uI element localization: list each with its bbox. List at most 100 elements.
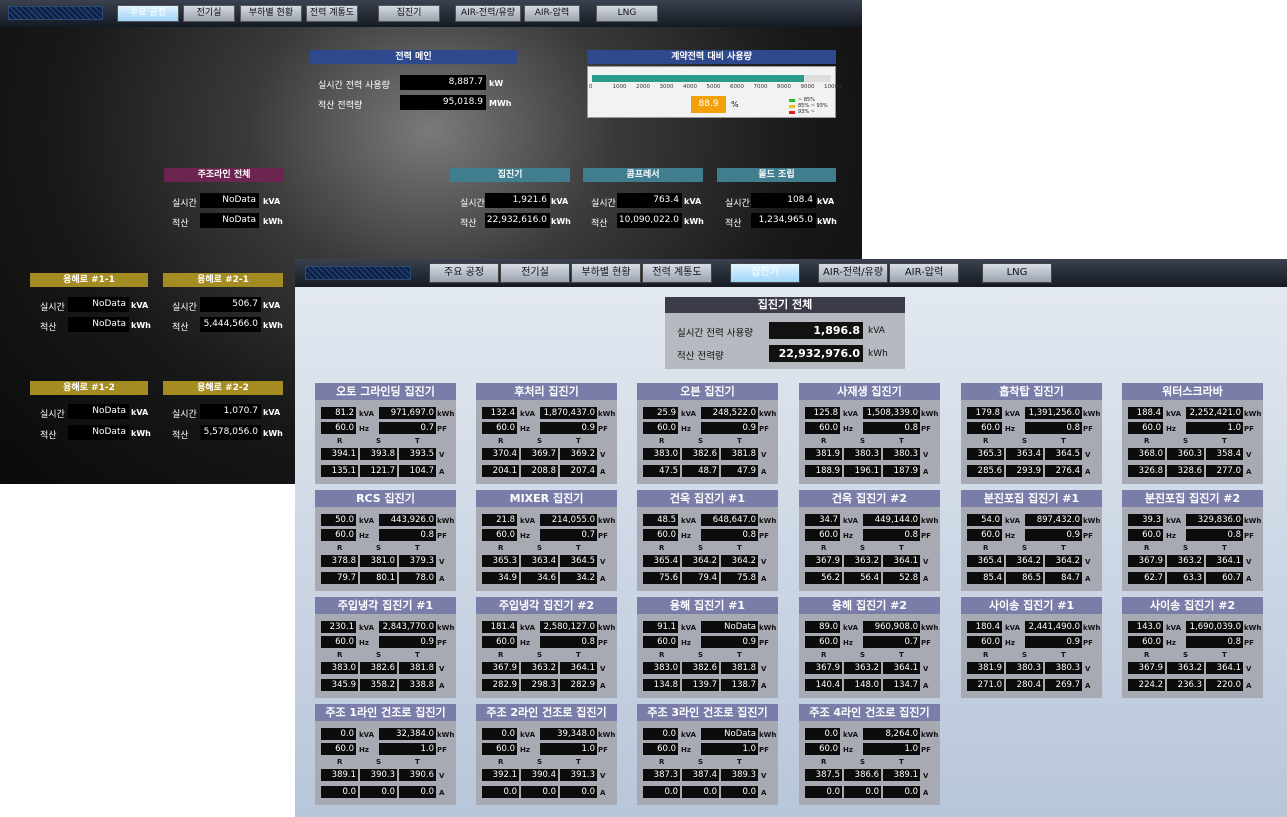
voltage-value: 390.4 — [521, 769, 558, 781]
tab-air-power[interactable]: AIR-전력/유량 — [818, 263, 888, 283]
collector-card[interactable]: 사이송 집진기 #2 143.0 kVA 1,690,039.0 kWh 60.0 Hz 0.… — [1122, 597, 1263, 698]
current-value: 0.0 — [721, 786, 758, 798]
collector-card[interactable]: 흡착탑 집진기 179.8 kVA 1,391,256.0 kWh 60.0 Hz 0.8 PF… — [961, 383, 1102, 484]
current-value: 56.4 — [844, 572, 881, 584]
collector-card[interactable]: 주조 4라인 건조로 집진기 0.0 kVA 8,264.0 kWh 60.0 Hz 1.0 P… — [799, 704, 940, 805]
realtime-value: NoData — [200, 193, 259, 208]
contract-tick-label: 7000 — [753, 84, 768, 90]
pf-value: 0.9 — [1025, 529, 1082, 541]
phase-r-header: R — [1144, 651, 1150, 659]
tab-dust-collector[interactable]: 집진기 — [730, 263, 800, 283]
tab-air-power[interactable]: AIR-전력/유량 — [455, 5, 521, 22]
tab-lng[interactable]: LNG — [982, 263, 1052, 283]
hz-value: 60.0 — [967, 529, 1002, 541]
hz-value: 60.0 — [967, 422, 1002, 434]
current-unit: A — [439, 682, 445, 690]
top-navigation-bar: 주요 공정 전기실 부하별 현황 전력 계통도 집진기 AIR-전력/유량 AI… — [295, 259, 1287, 287]
cumulative-label: 적산 — [460, 219, 477, 229]
tab-load-status[interactable]: 부하별 현황 — [240, 5, 302, 22]
cumulative-label: 적산 — [172, 323, 189, 333]
current-value: 134.8 — [643, 679, 680, 691]
contract-tick-label: 6000 — [730, 84, 744, 90]
voltage-unit: V — [923, 772, 929, 780]
collector-card[interactable]: 주조 3라인 건조로 집진기 0.0 kVA NoData kWh 60.0 Hz 1.0 PF… — [637, 704, 778, 805]
tab-power-system[interactable]: 전력 계통도 — [642, 263, 712, 283]
tab-electric-room[interactable]: 전기실 — [500, 263, 570, 283]
collector-card[interactable]: 후처리 집진기 132.4 kVA 1,870,437.0 kWh 60.0 Hz 0.9 PF… — [476, 383, 617, 484]
voltage-value: 390.6 — [399, 769, 436, 781]
tab-main-process[interactable]: 주요 공정 — [429, 263, 499, 283]
tab-power-system[interactable]: 전력 계통도 — [306, 5, 358, 22]
collector-card[interactable]: 분진포집 집진기 #2 39.3 kVA 329,836.0 kWh 60.0 Hz 0.8 P… — [1122, 490, 1263, 591]
pf-unit: PF — [437, 425, 447, 433]
collector-title: 주조 2라인 건조로 집진기 — [476, 704, 617, 721]
current-value: 138.7 — [721, 679, 758, 691]
tab-main-process[interactable]: 주요 공정 — [117, 5, 179, 22]
phase-r-header: R — [1144, 544, 1150, 552]
collector-title: MIXER 집진기 — [476, 490, 617, 507]
phase-t-header: T — [415, 651, 420, 659]
hz-value: 60.0 — [321, 529, 356, 541]
phase-s-header: S — [698, 437, 704, 445]
phase-t-header: T — [415, 437, 420, 445]
collector-title: 분진포집 집진기 #2 — [1122, 490, 1263, 507]
tab-electric-room[interactable]: 전기실 — [183, 5, 235, 22]
current-unit: A — [1246, 468, 1252, 476]
pf-value: 1.0 — [701, 743, 758, 755]
collector-card[interactable]: 용해 집진기 #2 89.0 kVA 960,908.0 kWh 60.0 Hz 0.7 PF R… — [799, 597, 940, 698]
realtime-label: 실시간 — [172, 410, 197, 420]
collector-card[interactable]: RCS 집진기 50.0 kVA 443,926.0 kWh 60.0 Hz 0.8 PF R S T… — [315, 490, 456, 591]
hz-unit: Hz — [681, 639, 691, 647]
collector-card[interactable]: 오븐 집진기 25.9 kVA 248,522.0 kWh 60.0 Hz 0.9 PF R S T 3… — [637, 383, 778, 484]
phase-r-header: R — [821, 544, 827, 552]
kva-unit: kVA — [681, 410, 697, 418]
voltage-value: 367.9 — [1128, 662, 1165, 674]
current-value: 84.7 — [1045, 572, 1082, 584]
tab-load-status[interactable]: 부하별 현황 — [571, 263, 641, 283]
phase-r-header: R — [498, 651, 504, 659]
hz-value: 60.0 — [643, 636, 678, 648]
total-cumulative-value: 22,932,976.0 — [769, 345, 863, 362]
pf-unit: PF — [437, 746, 447, 754]
kva-unit: kVA — [843, 731, 859, 739]
kwh-unit: kWh — [921, 624, 939, 632]
tab-air-pressure[interactable]: AIR-압력 — [889, 263, 959, 283]
collector-card[interactable]: 주조 2라인 건조로 집진기 0.0 kVA 39,348.0 kWh 60.0 Hz 1.0… — [476, 704, 617, 805]
collector-card[interactable]: 분진포집 집진기 #1 54.0 kVA 897,432.0 kWh 60.0 Hz 0.9 P… — [961, 490, 1102, 591]
collector-card[interactable]: MIXER 집진기 21.8 kVA 214,055.0 kWh 60.0 Hz 0.7 PF R… — [476, 490, 617, 591]
phase-t-header: T — [899, 758, 904, 766]
tab-dust-collector[interactable]: 집진기 — [378, 5, 440, 22]
pf-value: 0.8 — [863, 422, 920, 434]
collector-card[interactable]: 사재생 집진기 125.8 kVA 1,508,339.0 kWh 60.0 Hz 0.8 PF… — [799, 383, 940, 484]
kwh-value: 2,252,421.0 — [1186, 407, 1243, 419]
collector-card[interactable]: 워터스크라바 188.4 kVA 2,252,421.0 kWh 60.0 Hz 1.0 PF R… — [1122, 383, 1263, 484]
realtime-label: 실시간 — [591, 199, 616, 209]
kva-value: 0.0 — [321, 728, 356, 740]
hz-value: 60.0 — [482, 636, 517, 648]
collector-card[interactable]: 오토 그라인딩 집진기 81.2 kVA 971,697.0 kWh 60.0 Hz 0.7 P… — [315, 383, 456, 484]
pf-unit: PF — [1083, 425, 1093, 433]
phase-r-header: R — [983, 544, 989, 552]
current-value: 196.1 — [844, 465, 881, 477]
collector-card[interactable]: 건욱 집진기 #2 34.7 kVA 449,144.0 kWh 60.0 Hz 0.8 PF R… — [799, 490, 940, 591]
phase-s-header: S — [537, 544, 543, 552]
collector-card[interactable]: 주조 1라인 건조로 집진기 0.0 kVA 32,384.0 kWh 60.0 Hz 1.0… — [315, 704, 456, 805]
cumulative-label: 적산 — [40, 323, 57, 333]
tab-air-pressure[interactable]: AIR-압력 — [524, 5, 580, 22]
voltage-value: 381.0 — [360, 555, 397, 567]
collector-card[interactable]: 주입냉각 집진기 #1 230.1 kVA 2,843,770.0 kWh 60.0 Hz 0… — [315, 597, 456, 698]
voltage-value: 367.9 — [1128, 555, 1165, 567]
voltage-value: 364.1 — [883, 555, 920, 567]
phase-r-header: R — [659, 437, 665, 445]
collector-card[interactable]: 용해 집진기 #1 91.1 kVA NoData kWh 60.0 Hz 0.9 PF R S T 3… — [637, 597, 778, 698]
total-cumulative-label: 적산 전력량 — [677, 351, 724, 362]
collector-card[interactable]: 주입냉각 집진기 #2 181.4 kVA 2,580,127.0 kWh 60.0 Hz 0… — [476, 597, 617, 698]
tab-lng[interactable]: LNG — [596, 5, 658, 22]
current-value: 34.9 — [482, 572, 519, 584]
kwh-value: 2,580,127.0 — [540, 621, 597, 633]
collector-card[interactable]: 사이송 집진기 #1 180.4 kVA 2,441,490.0 kWh 60.0 Hz 0.… — [961, 597, 1102, 698]
pf-value: 0.8 — [540, 636, 597, 648]
kva-unit: kVA — [359, 731, 375, 739]
collector-card[interactable]: 건욱 집진기 #1 48.5 kVA 648,647.0 kWh 60.0 Hz 0.8 PF R… — [637, 490, 778, 591]
kva-value: 230.1 — [321, 621, 356, 633]
